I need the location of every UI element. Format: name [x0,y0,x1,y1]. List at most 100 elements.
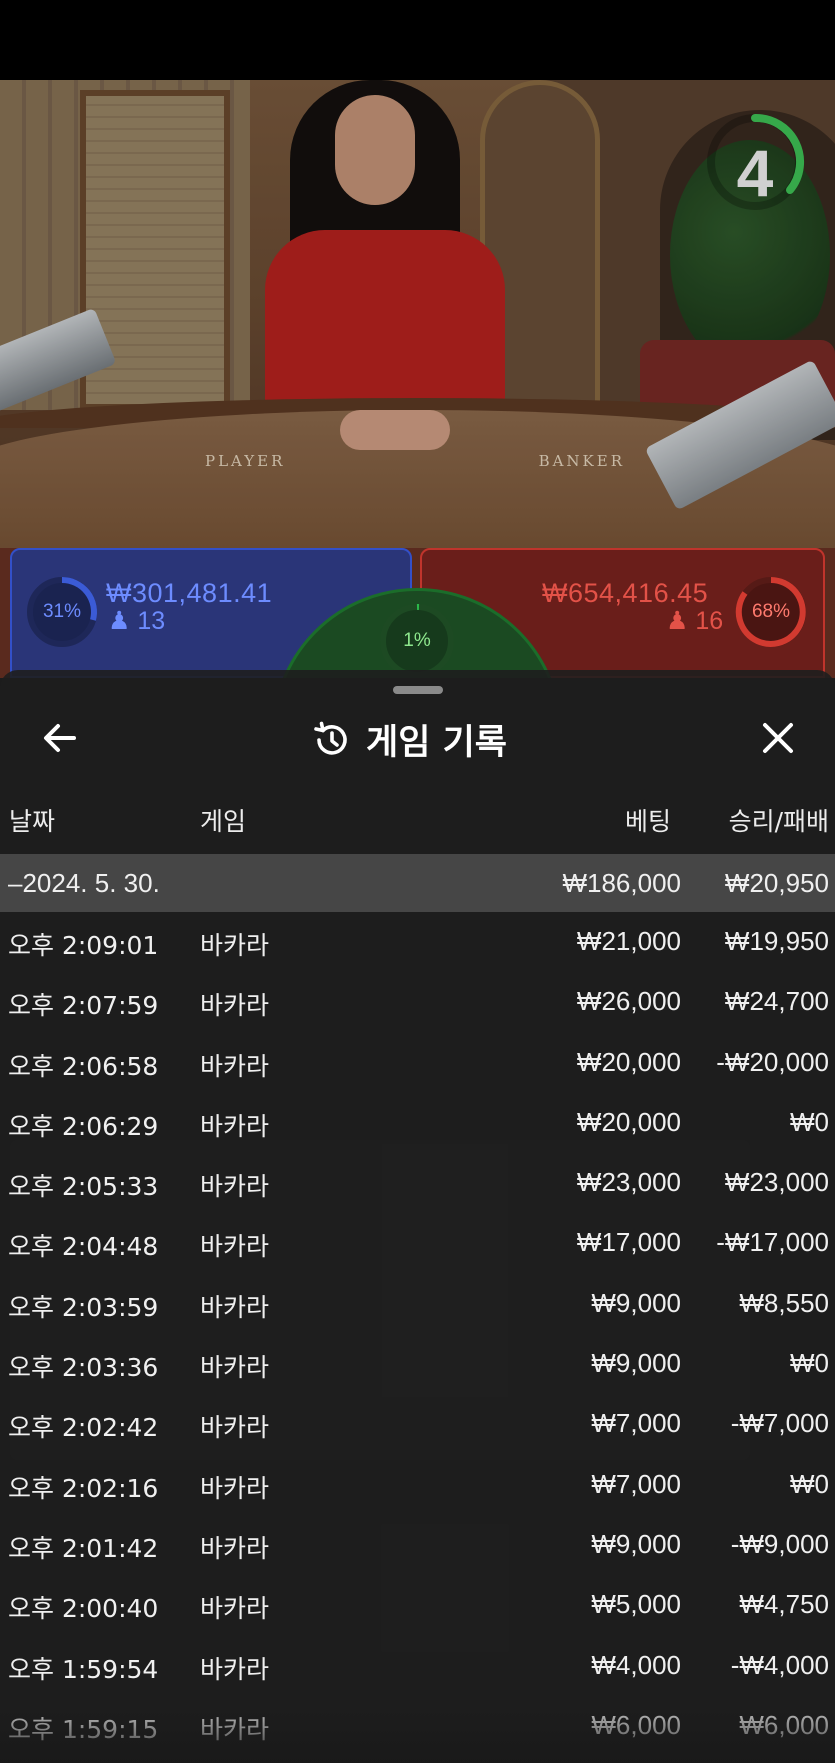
row-game: 바카라 [200,1353,270,1383]
banker-count: ♟ 16 [666,606,723,636]
summary-result: ₩20,950 [724,868,829,898]
history-row[interactable]: 오후 1:59:54 바카라 ₩4,000 -₩4,000 [0,1636,835,1696]
history-row[interactable]: 오후 2:01:42 바카라 ₩9,000 -₩9,000 [0,1515,835,1575]
row-result: ₩4,750 [739,1589,829,1620]
row-game: 바카라 [200,1594,270,1624]
history-row[interactable]: 오후 2:00:40 바카라 ₩5,000 ₩4,750 [0,1575,835,1635]
status-bar [0,0,835,80]
column-date: 날짜 [9,807,56,836]
user-icon: ♟ [666,607,689,635]
game-history-sheet: 게임 기록 날짜 게임 베팅 승리/패배 –2024. 5. 30. ₩186,… [0,670,835,1763]
column-result: 승리/패배 [728,807,829,836]
summary-date: –2024. 5. 30. [8,868,160,898]
tie-percent: 1% [403,630,431,651]
row-bet: ₩7,000 [591,1468,681,1499]
row-bet: ₩4,000 [591,1649,681,1680]
row-time: 오후 2:03:59 [8,1292,159,1322]
sheet-header: 게임 기록 [0,710,835,770]
row-time: 오후 2:02:42 [8,1413,159,1443]
history-row[interactable]: 오후 2:02:42 바카라 ₩7,000 -₩7,000 [0,1394,835,1454]
row-bet: ₩9,000 [591,1348,681,1379]
sheet-drag-handle[interactable] [393,686,443,694]
row-time: 오후 2:06:58 [8,1051,159,1081]
banker-count-value: 16 [695,607,724,635]
history-row[interactable]: 오후 2:09:01 바카라 ₩21,000 ₩19,950 [0,912,835,972]
row-time: 오후 2:01:42 [8,1533,159,1563]
history-row[interactable]: 오후 2:05:33 바카라 ₩23,000 ₩23,000 [0,1153,835,1213]
row-game: 바카라 [200,1172,270,1202]
row-result: ₩0 [790,1468,829,1499]
row-bet: ₩23,000 [576,1167,681,1198]
row-bet: ₩17,000 [576,1227,681,1258]
player-bet-amount: ₩301,481.41 [106,578,273,608]
countdown-number: 4 [736,136,774,210]
row-time: 오후 2:03:36 [8,1353,159,1383]
row-time: 오후 2:09:01 [8,931,159,960]
row-game: 바카라 [200,1654,270,1684]
row-game: 바카라 [200,931,270,960]
row-time: 오후 1:59:54 [8,1654,159,1684]
row-time: 오후 2:02:16 [8,1473,159,1503]
row-result: -₩20,000 [716,1046,829,1077]
row-bet: ₩7,000 [591,1408,681,1439]
row-result: ₩0 [790,1348,829,1379]
summary-bet: ₩186,000 [562,868,681,898]
row-game: 바카라 [200,1413,270,1443]
list-fade [0,1706,835,1763]
row-game: 바카라 [200,1232,270,1262]
banker-bet-amount: ₩654,416.45 [542,578,709,608]
row-bet: ₩20,000 [576,1106,681,1137]
row-time: 오후 2:06:29 [8,1111,159,1141]
player-count: ♟ 13 [108,606,165,636]
history-row[interactable]: 오후 2:03:36 바카라 ₩9,000 ₩0 [0,1334,835,1394]
row-result: -₩9,000 [730,1528,829,1559]
sheet-title: 게임 기록 [310,714,507,765]
row-result: -₩4,000 [730,1649,829,1680]
player-percent: 31% [42,601,82,622]
row-bet: ₩26,000 [576,986,681,1017]
row-time: 오후 2:04:48 [8,1232,159,1262]
column-bet: 베팅 [624,807,671,836]
row-bet: ₩9,000 [591,1528,681,1559]
column-game: 게임 [200,807,247,836]
history-list: –2024. 5. 30. ₩186,000 ₩20,950 오후 2:09:0… [0,854,835,1756]
history-column-headers: 날짜 게임 베팅 승리/패배 [0,802,835,846]
row-result: ₩0 [790,1106,829,1137]
row-bet: ₩20,000 [576,1046,681,1077]
row-result: ₩8,550 [739,1287,829,1318]
row-game: 바카라 [200,1111,270,1141]
history-row[interactable]: 오후 2:03:59 바카라 ₩9,000 ₩8,550 [0,1274,835,1334]
close-button[interactable] [756,716,800,760]
row-result: -₩17,000 [716,1227,829,1258]
history-row[interactable]: 오후 2:06:58 바카라 ₩20,000 -₩20,000 [0,1033,835,1093]
row-time: 오후 2:05:33 [8,1172,159,1202]
row-bet: ₩9,000 [591,1287,681,1318]
row-game: 바카라 [200,1051,270,1081]
close-icon [763,723,793,753]
row-result: ₩23,000 [724,1167,829,1198]
row-bet: ₩21,000 [576,926,681,956]
row-time: 오후 2:00:40 [8,1594,159,1624]
history-row[interactable]: 오후 2:07:59 바카라 ₩26,000 ₩24,700 [0,972,835,1032]
history-row[interactable]: 오후 2:06:29 바카라 ₩20,000 ₩0 [0,1093,835,1153]
row-game: 바카라 [200,1533,270,1563]
history-row[interactable]: 오후 2:04:48 바카라 ₩17,000 -₩17,000 [0,1213,835,1273]
user-icon: ♟ [108,607,131,635]
row-bet: ₩5,000 [591,1589,681,1620]
history-icon [314,721,347,755]
row-result: ₩19,950 [724,926,829,956]
arrow-left-icon [44,724,76,752]
row-game: 바카라 [200,1292,270,1322]
back-button[interactable] [38,716,82,760]
sheet-title-text: 게임 기록 [366,723,507,763]
history-rows: 오후 2:09:01 바카라 ₩21,000 ₩19,950 오후 2:07:59 바카라… [0,912,835,1756]
banker-percent: 68% [751,601,791,622]
row-time: 오후 2:07:59 [8,991,159,1021]
date-summary-row[interactable]: –2024. 5. 30. ₩186,000 ₩20,950 [0,854,835,912]
player-count-value: 13 [137,607,166,635]
row-game: 바카라 [200,991,270,1021]
history-row[interactable]: 오후 2:02:16 바카라 ₩7,000 ₩0 [0,1455,835,1515]
row-game: 바카라 [200,1473,270,1503]
row-result: -₩7,000 [730,1408,829,1439]
row-result: ₩24,700 [724,986,829,1017]
